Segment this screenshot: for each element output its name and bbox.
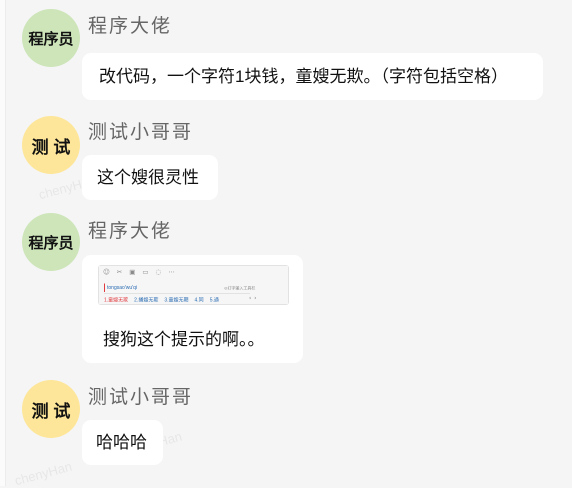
ime-nav: ‹ › [249, 295, 256, 302]
ime-candidate: 3.童嫂无期 [164, 297, 189, 304]
chevron-left-icon: ‹ [249, 294, 252, 302]
scissors-icon: ✂ [116, 268, 123, 277]
chevron-right-icon: › [254, 294, 257, 302]
avatar[interactable]: 程序员 [22, 213, 80, 271]
sender-name: 程序大佬 [88, 221, 173, 242]
message-bubble[interactable]: 这个嫂很灵性 [82, 155, 218, 200]
avatar[interactable]: 测 试 [22, 380, 80, 438]
avatar[interactable]: 测 试 [22, 116, 80, 174]
ime-toolbar: ☺ ✂ ▣ ▭ ◌ ⋯ [103, 269, 175, 277]
ime-screenshot-image[interactable]: ☺ ✂ ▣ ▭ ◌ ⋯ tongsao'wu'qi ⊙打字输入工具栏 1.童嫂无… [98, 265, 289, 305]
sender-name: 程序大佬 [88, 16, 173, 37]
message-text: 哈哈哈 [96, 433, 147, 452]
message-bubble[interactable]: ☺ ✂ ▣ ▭ ◌ ⋯ tongsao'wu'qi ⊙打字输入工具栏 1.童嫂无… [82, 255, 303, 363]
folder-icon: ▭ [142, 268, 149, 277]
chat-bubble-icon: ◌ [155, 268, 162, 277]
ime-candidate-window: ☺ ✂ ▣ ▭ ◌ ⋯ tongsao'wu'qi ⊙打字输入工具栏 1.童嫂无… [98, 265, 289, 305]
more-icon: ⋯ [168, 268, 175, 277]
left-edge-divider [0, 0, 6, 486]
ime-candidate: 5.通 [209, 297, 219, 304]
sender-name: 测试小哥哥 [88, 387, 194, 408]
ime-pinyin: tongsao'wu'qi [107, 285, 137, 291]
ime-candidates: 1.童嫂无欺 2.捅嫂无欺 3.童嫂无期 4.同 5.通 [104, 296, 219, 304]
ime-candidate: 4.同 [194, 297, 204, 304]
ime-hint: ⊙打字输入工具栏 [224, 286, 256, 291]
message-bubble[interactable]: 改代码，一个字符1块钱，童嫂无欺。（字符包括空格） [82, 53, 543, 100]
ime-candidate: 2.捅嫂无欺 [134, 297, 159, 304]
message-text: 改代码，一个字符1块钱，童嫂无欺。（字符包括空格） [99, 67, 508, 86]
message-text: 这个嫂很灵性 [97, 168, 199, 187]
ime-candidate: 1.童嫂无欺 [104, 297, 129, 304]
message-bubble[interactable]: 哈哈哈 [82, 420, 163, 465]
watermark: chenyHan [13, 458, 74, 488]
text-cursor [104, 283, 105, 292]
ime-divider [104, 293, 250, 294]
avatar[interactable]: 程序员 [22, 9, 80, 67]
image-icon: ▣ [129, 268, 136, 277]
message-text: 搜狗这个提示的啊。。 [103, 330, 265, 349]
emoji-icon: ☺ [103, 268, 110, 277]
sender-name: 测试小哥哥 [88, 122, 194, 143]
